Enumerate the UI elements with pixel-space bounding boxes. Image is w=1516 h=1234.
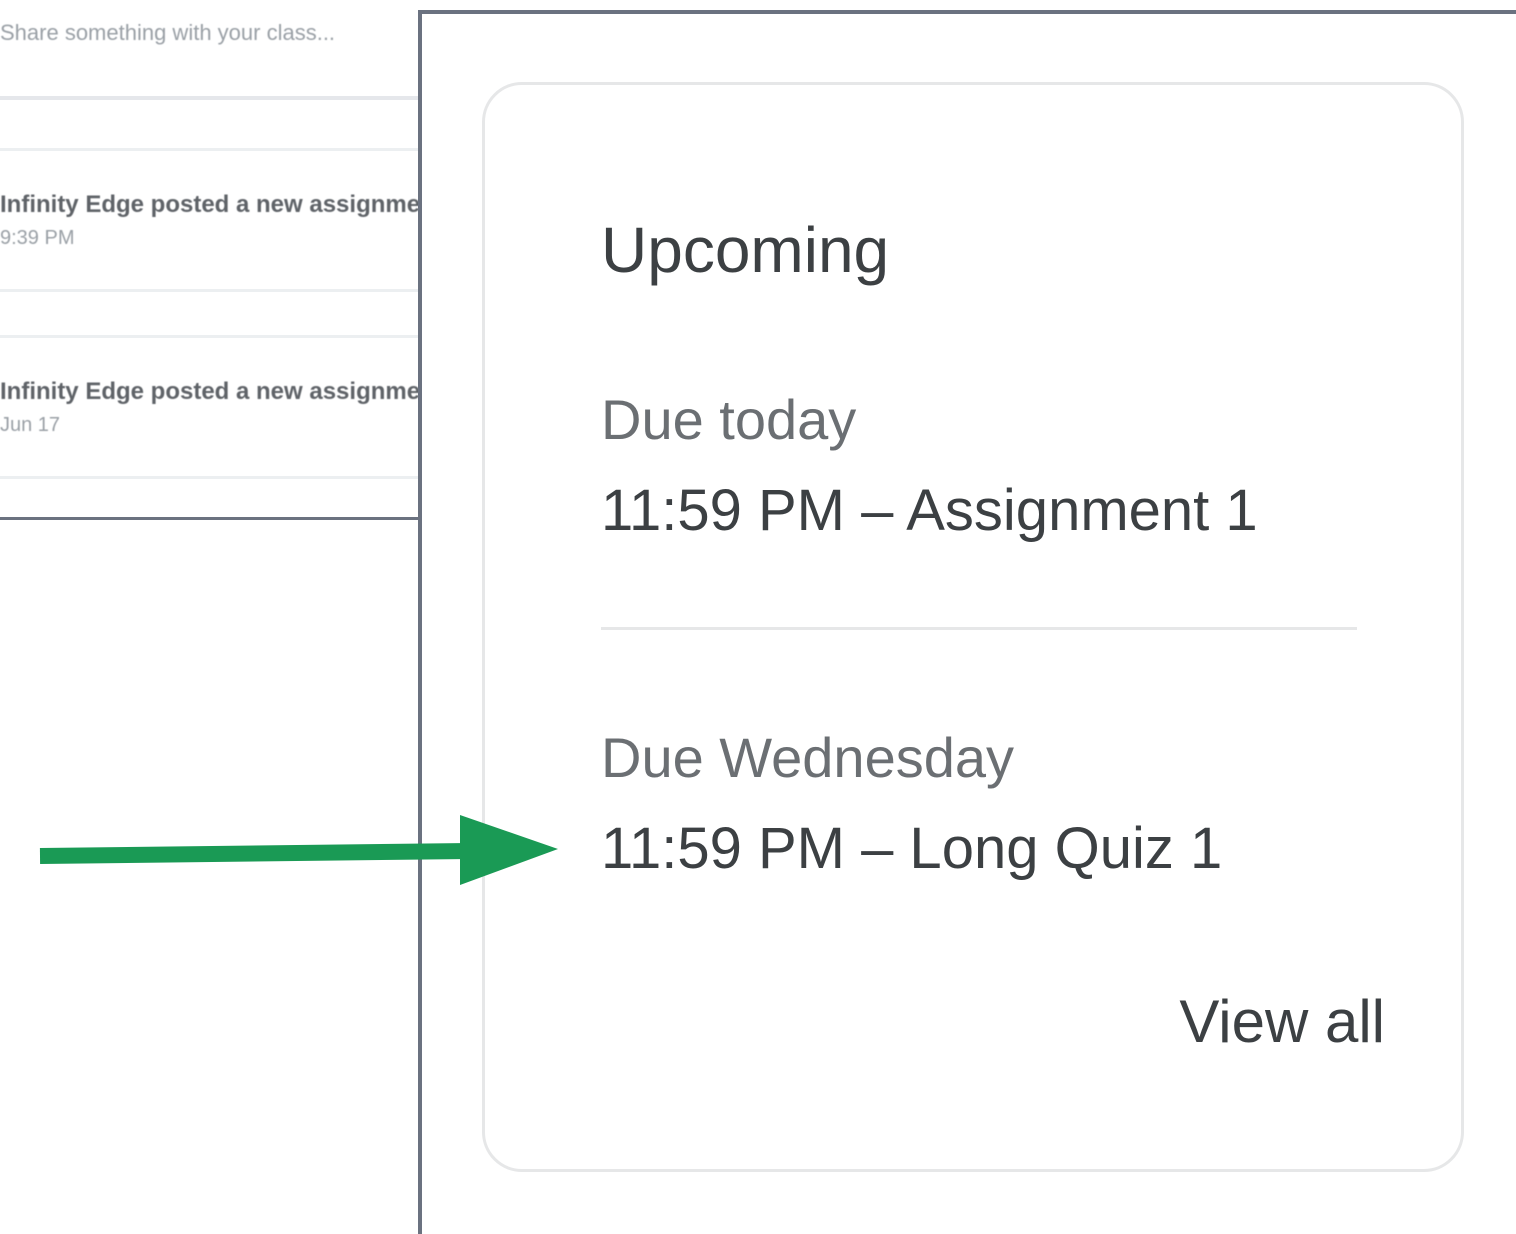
stream-item[interactable]: Infinity Edge posted a new assignment 9:… bbox=[0, 148, 420, 292]
stream-item-time: 9:39 PM bbox=[0, 227, 75, 249]
due-today-label: Due today bbox=[601, 388, 857, 451]
upcoming-title: Upcoming bbox=[601, 214, 890, 286]
due-item-long-quiz-1[interactable]: 11:59 PM – Long Quiz 1 bbox=[601, 815, 1222, 882]
stream-item-title: Infinity Edge posted a new assignment bbox=[0, 191, 420, 218]
view-all-button[interactable]: View all bbox=[1115, 971, 1385, 1071]
stream-item[interactable]: Infinity Edge posted a new assignment Ju… bbox=[0, 335, 420, 479]
arrow-shaft bbox=[39, 843, 471, 864]
share-placeholder: Share something with your class... bbox=[0, 20, 336, 45]
upcoming-divider bbox=[601, 627, 1357, 630]
stream-item-title: Infinity Edge posted a new assignment bbox=[0, 378, 420, 405]
stream-item-time: Jun 17 bbox=[0, 414, 61, 436]
share-post-box[interactable]: Share something with your class... bbox=[0, 0, 420, 100]
due-wednesday-label: Due Wednesday bbox=[601, 726, 1014, 789]
upcoming-card: Upcoming Due today 11:59 PM – Assignment… bbox=[482, 82, 1464, 1172]
class-stream: Share something with your class... Infin… bbox=[0, 0, 420, 520]
due-item-assignment-1[interactable]: 11:59 PM – Assignment 1 bbox=[601, 477, 1258, 544]
